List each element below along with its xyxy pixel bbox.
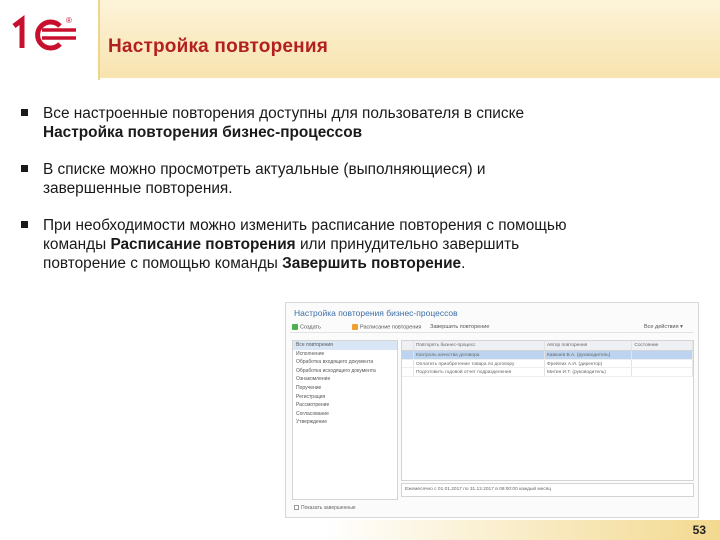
bullet-item: Все настроенные повторения доступны для … [18,104,578,142]
list-item[interactable]: Все повторения [293,341,397,350]
column-header[interactable]: Повторять бизнес-процесс [414,341,546,350]
table-row[interactable]: Подготовить годовой отчет подразделения … [402,368,693,377]
table-row[interactable]: Контроль качества договора Кавкаев В.А. … [402,351,693,360]
table-cell [632,368,693,376]
table-cell [402,359,414,367]
list-item[interactable]: Регистрация [293,393,397,402]
repeat-settings-table: Повторять бизнес-процесс Автор повторени… [401,340,694,481]
create-button[interactable]: Создать [292,324,321,330]
finish-repeat-button[interactable]: Завершить повторение [430,324,489,330]
table-cell: Контроль качества договора [414,351,546,359]
all-actions-menu[interactable]: Все действия ▾ [644,324,683,330]
column-header[interactable]: Автор повторения [545,341,633,350]
table-cell: Митин И.Т. (руководитель) [545,368,633,376]
bullet-text: Все настроенные повторения доступны для … [43,105,525,122]
bullet-bold-text: Настройка повторения бизнес-процессов [43,124,363,141]
table-cell: Подготовить годовой отчет подразделения [414,368,546,376]
calendar-icon [352,324,358,330]
table-cell: Фрейлих А.И. (директор) [545,359,633,367]
bullet-text: . [461,255,466,272]
bullet-marker [21,109,28,116]
table-header: Повторять бизнес-процесс Автор повторени… [402,341,693,351]
list-item[interactable]: Утверждение [293,418,397,427]
bullet-item: При необходимости можно изменить расписа… [18,216,578,273]
table-cell [402,368,414,376]
list-item[interactable]: Обработка исходящего документа [293,367,397,376]
list-item[interactable]: Согласование [293,410,397,419]
process-type-list: Все повторения Исполнение Обработка вход… [292,340,398,500]
page-number: 53 [692,523,706,537]
column-header[interactable] [402,341,414,350]
bullet-bold-text: Расписание повторения [110,236,296,253]
page-title: Настройка повторения [108,36,328,57]
table-cell [402,351,414,359]
bullet-bold-text: Завершить повторение [282,255,462,272]
checkbox-box[interactable] [294,505,299,511]
list-item[interactable]: Рассмотрение [293,401,397,410]
table-cell: Оплатить приобретение товара по договору [414,359,546,367]
registered-mark: ® [66,16,72,25]
table-row[interactable]: Оплатить приобретение товара по договору… [402,359,693,368]
list-item[interactable]: Исполнение [293,350,397,359]
plus-icon [292,324,298,330]
bullet-item: В списке можно просмотреть актуальные (в… [18,160,578,198]
table-cell: Кавкаев В.А. (руководитель) [545,351,633,359]
app-window-title: Настройка повторения бизнес-процессов [294,308,458,318]
bullet-marker [21,165,28,172]
table-cell [632,359,693,367]
column-header[interactable]: Состояние [632,341,693,350]
list-item[interactable]: Поручение [293,384,397,393]
schedule-button[interactable]: Расписание повторения [352,324,421,330]
list-item[interactable]: Ознакомление [293,375,397,384]
list-item[interactable]: Обработка входящего документа [293,358,397,367]
checkbox-label: Показать завершенные [301,505,356,511]
embedded-app-screenshot: Настройка повторения бизнес-процессов Со… [285,302,699,518]
bullet-text: В списке можно просмотреть актуальные (в… [43,161,486,197]
table-cell [632,351,693,359]
show-finished-checkbox[interactable]: Показать завершенные [294,505,356,511]
footer-bar [0,520,720,540]
schedule-status-text: Ежемесячно с 01.01.2017 по 31.12.2017 в … [401,483,694,497]
app-toolbar: Создать Расписание повторения Завершить … [290,322,694,333]
bullet-marker [21,221,28,228]
bullet-list: Все настроенные повторения доступны для … [18,104,578,291]
